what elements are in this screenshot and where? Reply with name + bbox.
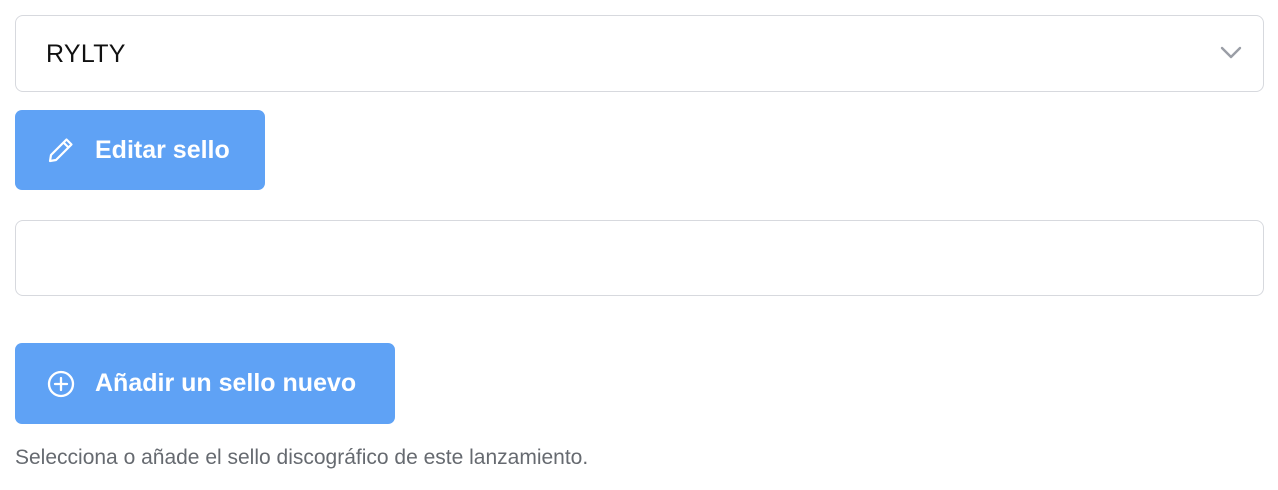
label-select-value: RYLTY [46,40,126,68]
helper-text: Selecciona o añade el sello discográfico… [15,446,589,469]
new-label-input[interactable] [15,220,1264,296]
add-new-label-button-label: Añadir un sello nuevo [95,369,357,397]
plus-circle-icon [47,370,75,397]
label-select[interactable]: RYLTY [15,15,1264,92]
chevron-down-icon [1220,46,1242,59]
add-new-label-button[interactable]: Añadir un sello nuevo [15,343,395,424]
label-form: RYLTY Editar sello Añadir un sello nuevo… [0,0,1278,490]
pencil-icon [48,138,73,163]
edit-label-button-label: Editar sello [95,135,230,164]
edit-label-button[interactable]: Editar sello [15,110,265,190]
